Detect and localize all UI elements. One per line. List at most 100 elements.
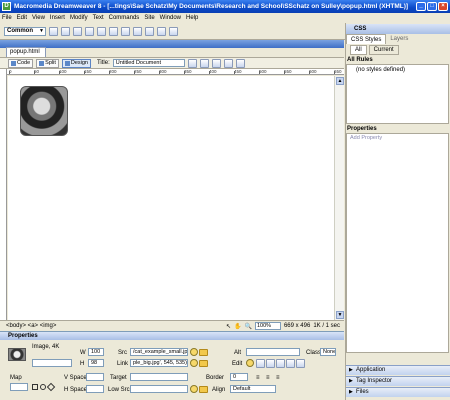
- browse-folder-icon[interactable]: [199, 349, 208, 356]
- minimize-button[interactable]: _: [416, 2, 426, 11]
- vspace-input[interactable]: [86, 373, 104, 381]
- table-icon[interactable]: [85, 26, 94, 36]
- view-options-icon[interactable]: [223, 58, 233, 68]
- window-size[interactable]: 669 x 496: [284, 323, 310, 329]
- page-title-input[interactable]: Untitled Document: [112, 59, 185, 67]
- image-name-input[interactable]: [32, 359, 72, 367]
- lowsrc-input[interactable]: [130, 385, 188, 393]
- panel-tag-inspector[interactable]: ▶ Tag Inspector: [346, 376, 450, 386]
- menu-help[interactable]: Help: [186, 15, 198, 21]
- polygon-hotspot-icon[interactable]: [46, 382, 56, 392]
- ruler-tick: [234, 71, 235, 74]
- brightness-icon[interactable]: [286, 359, 295, 368]
- menu-modify[interactable]: Modify: [70, 15, 88, 21]
- scroll-up-icon[interactable]: ▲: [336, 77, 344, 85]
- width-input[interactable]: 100: [88, 348, 104, 356]
- ruler-label: 450: [234, 69, 242, 74]
- menu-view[interactable]: View: [32, 15, 45, 21]
- visual-aids-icon[interactable]: [235, 58, 245, 68]
- email-link-icon[interactable]: [61, 26, 70, 36]
- add-property-link[interactable]: Add Property: [350, 135, 382, 141]
- design-view-button[interactable]: Design: [61, 58, 91, 68]
- media-icon[interactable]: [121, 26, 130, 36]
- layer-icon[interactable]: [97, 26, 106, 36]
- css-rules-list[interactable]: (no styles defined): [346, 64, 449, 124]
- menu-window[interactable]: Window: [160, 15, 181, 21]
- tag-chooser-icon[interactable]: [169, 26, 178, 36]
- split-view-button[interactable]: Split: [36, 58, 59, 68]
- link-point-to-file-icon[interactable]: [190, 359, 198, 367]
- menu-file[interactable]: File: [2, 15, 12, 21]
- hand-tool-icon[interactable]: ✋: [234, 323, 241, 330]
- menu-text[interactable]: Text: [93, 15, 104, 21]
- align-select[interactable]: Default: [230, 385, 276, 393]
- height-input[interactable]: 98: [88, 359, 104, 367]
- css-properties-list[interactable]: Add Property: [346, 133, 449, 353]
- class-select[interactable]: None: [320, 348, 336, 356]
- date-icon[interactable]: [133, 26, 142, 36]
- link-input[interactable]: ple_big.jpg', 545, 535): [130, 359, 188, 367]
- alt-input[interactable]: [246, 348, 300, 356]
- target-select[interactable]: [130, 373, 188, 381]
- map-name-input[interactable]: [10, 383, 28, 391]
- hyperlink-icon[interactable]: [49, 26, 58, 36]
- named-anchor-icon[interactable]: [73, 26, 82, 36]
- align-left-icon[interactable]: ≡: [256, 375, 260, 381]
- menu-site[interactable]: Site: [144, 15, 154, 21]
- lowsrc-browse-folder-icon[interactable]: [199, 386, 208, 393]
- cat-image[interactable]: [20, 86, 68, 136]
- link-browse-folder-icon[interactable]: [199, 360, 208, 367]
- src-input[interactable]: /cat_example_small.jpg: [130, 348, 188, 356]
- file-management-icon[interactable]: [187, 58, 197, 68]
- src-label: Src: [118, 350, 127, 356]
- map-label: Map: [10, 375, 22, 381]
- border-input[interactable]: 0: [230, 373, 248, 381]
- zoom-tool-icon[interactable]: 🔍: [244, 323, 251, 330]
- point-to-file-icon[interactable]: [190, 348, 198, 356]
- status-tools: ↖ ✋ 🔍 100% 669 x 496 1K / 1 sec: [226, 322, 340, 330]
- tab-all[interactable]: All: [350, 45, 367, 55]
- panel-application-label: Application: [356, 367, 386, 373]
- menu-edit[interactable]: Edit: [17, 15, 27, 21]
- tab-current[interactable]: Current: [368, 45, 399, 55]
- panel-files[interactable]: ▶ Files: [346, 387, 450, 397]
- tag-selector[interactable]: <body> <a> <img>: [0, 323, 226, 329]
- comment-icon[interactable]: [145, 26, 154, 36]
- image-icon[interactable]: [109, 26, 118, 36]
- rect-hotspot-icon[interactable]: [32, 384, 38, 390]
- crop-icon[interactable]: [266, 359, 275, 368]
- scroll-down-icon[interactable]: ▼: [336, 311, 344, 319]
- menu-commands[interactable]: Commands: [109, 15, 140, 21]
- insert-category-select[interactable]: Common ▼: [4, 26, 46, 36]
- menu-insert[interactable]: Insert: [50, 15, 65, 21]
- code-view-button[interactable]: Code: [8, 58, 34, 68]
- edit-image-icon[interactable]: [246, 359, 254, 367]
- hspace-input[interactable]: [86, 385, 104, 393]
- preview-browser-icon[interactable]: [199, 58, 209, 68]
- ruler-tick: [259, 71, 260, 74]
- tab-css-styles[interactable]: CSS Styles: [346, 34, 387, 44]
- ruler-tick: [209, 71, 210, 74]
- ruler-label: 600: [309, 69, 317, 74]
- align-right-icon[interactable]: ≡: [276, 375, 280, 381]
- maximize-button[interactable]: □: [427, 2, 437, 11]
- vertical-scrollbar[interactable]: ▲ ▼: [334, 76, 344, 320]
- refresh-icon[interactable]: [211, 58, 221, 68]
- tab-layers[interactable]: Layers: [386, 34, 413, 44]
- templates-icon[interactable]: [157, 26, 166, 36]
- optimize-icon[interactable]: [256, 359, 265, 368]
- sharpen-icon[interactable]: [296, 359, 305, 368]
- align-center-icon[interactable]: ≡: [266, 375, 270, 381]
- oval-hotspot-icon[interactable]: [40, 384, 46, 390]
- edit-label: Edit: [232, 361, 243, 367]
- properties-header[interactable]: Properties: [0, 331, 344, 340]
- resample-icon[interactable]: [276, 359, 285, 368]
- panel-application[interactable]: ▶ Application: [346, 365, 450, 375]
- close-button[interactable]: ×: [438, 2, 448, 11]
- select-tool-icon[interactable]: ↖: [226, 323, 231, 330]
- lowsrc-point-to-file-icon[interactable]: [190, 385, 198, 393]
- css-panel-header[interactable]: CSS: [346, 24, 450, 34]
- all-rules-label: All Rules: [347, 57, 373, 63]
- tab-popup-html[interactable]: popup.html: [6, 47, 46, 57]
- zoom-select[interactable]: 100%: [254, 322, 281, 330]
